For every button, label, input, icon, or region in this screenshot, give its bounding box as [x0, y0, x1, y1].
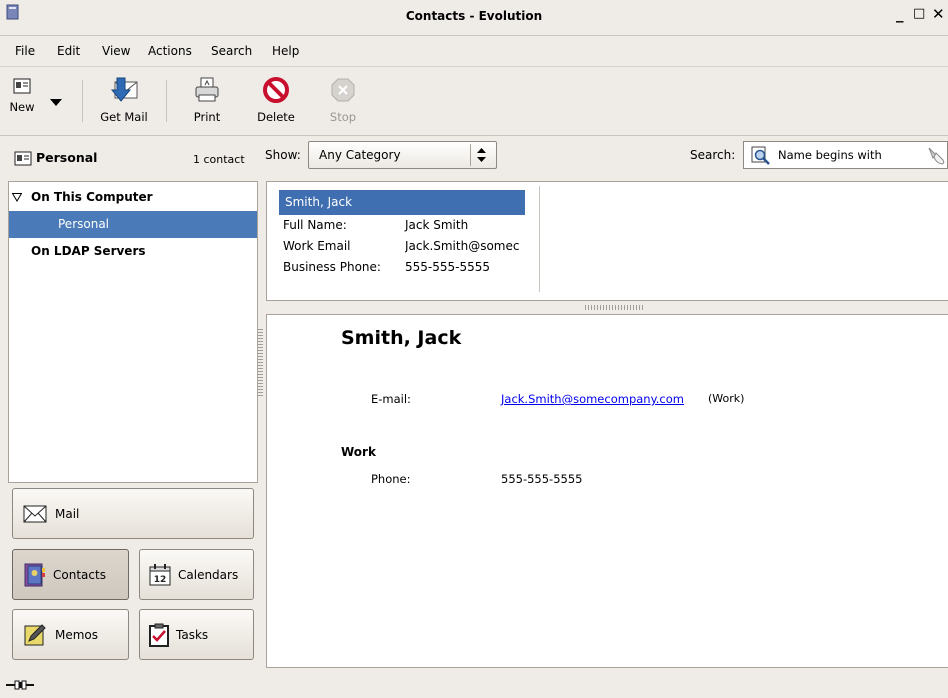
contact-card-icon: [13, 78, 31, 94]
new-label: New: [9, 100, 35, 114]
card-field-value: 555-555-5555: [405, 260, 491, 274]
new-button[interactable]: New: [4, 78, 40, 114]
menu-help[interactable]: Help: [272, 44, 299, 58]
tasks-icon: [149, 623, 169, 647]
minimize-button[interactable]: _: [896, 6, 904, 22]
card-column-divider: [539, 186, 540, 292]
contact-card-icon: [14, 151, 32, 166]
print-button[interactable]: Print: [185, 76, 229, 124]
card-field-label: Full Name:: [283, 218, 347, 232]
menu-file[interactable]: File: [15, 44, 35, 58]
get-mail-label: Get Mail: [100, 110, 148, 124]
mail-icon: [23, 505, 47, 522]
contact-name-heading: Smith, Jack: [341, 327, 462, 349]
switcher-contacts-label: Contacts: [53, 567, 106, 582]
delete-button[interactable]: Delete: [254, 76, 298, 124]
email-label: E-mail:: [371, 392, 411, 406]
tree-group-label: On This Computer: [31, 190, 153, 204]
switcher-memos-button[interactable]: Memos: [12, 609, 129, 660]
stop-label: Stop: [329, 110, 357, 124]
expander-icon: [12, 193, 22, 202]
source-title: Personal: [36, 150, 98, 165]
menu-view[interactable]: View: [102, 44, 130, 58]
contact-cards-pane: Smith, Jack Full Name: Jack Smith Work E…: [266, 181, 948, 301]
switcher-mail-label: Mail: [55, 506, 80, 521]
switcher-mail-button[interactable]: Mail: [12, 488, 254, 539]
toolbar-separator: [82, 80, 83, 122]
clear-search-icon[interactable]: [927, 145, 947, 165]
close-button[interactable]: ✕: [932, 6, 945, 22]
address-book-tree: On This Computer Personal On LDAP Server…: [8, 181, 258, 483]
menu-actions[interactable]: Actions: [148, 44, 192, 58]
search-options-icon[interactable]: [751, 146, 771, 165]
card-field-label: Work Email: [283, 239, 351, 253]
delete-label: Delete: [257, 110, 295, 124]
maximize-button[interactable]: □: [913, 6, 925, 22]
tree-item-personal[interactable]: Personal: [9, 211, 257, 238]
search-label: Search:: [690, 148, 736, 162]
get-mail-button[interactable]: Get Mail: [94, 76, 154, 124]
select-arrows-icon: [477, 148, 486, 162]
work-section-heading: Work: [341, 445, 376, 459]
contact-count: 1 contact: [193, 153, 245, 166]
delete-icon: [263, 77, 289, 103]
switcher-calendars-label: Calendars: [178, 567, 239, 582]
window-title: Contacts - Evolution: [405, 9, 543, 23]
switcher-tasks-button[interactable]: Tasks: [139, 609, 254, 660]
switcher-memos-label: Memos: [55, 627, 99, 642]
card-field-value: Jack.Smith@somec: [405, 239, 520, 253]
contact-card-header[interactable]: Smith, Jack: [279, 190, 525, 215]
new-dropdown-arrow[interactable]: [50, 96, 62, 110]
phone-value: 555-555-5555: [501, 472, 583, 486]
search-placeholder: Name begins with: [778, 148, 882, 162]
menu-search[interactable]: Search: [211, 44, 252, 58]
memo-icon: [24, 623, 46, 645]
tree-group-label: On LDAP Servers: [31, 244, 146, 258]
category-select[interactable]: Any Category: [308, 141, 497, 169]
stop-icon: [331, 78, 355, 102]
tree-group-on-this-computer[interactable]: On This Computer: [9, 184, 257, 211]
menu-bar: [0, 36, 948, 66]
search-input[interactable]: Name begins with: [743, 141, 948, 169]
get-mail-icon: [110, 77, 138, 102]
card-field-value: Jack Smith: [405, 218, 469, 232]
printer-icon: [195, 77, 219, 102]
connection-status-icon[interactable]: [6, 679, 34, 694]
tree-item-label: Personal: [58, 217, 110, 231]
tree-group-on-ldap-servers[interactable]: On LDAP Servers: [9, 238, 257, 265]
select-divider: [470, 144, 471, 166]
stop-button[interactable]: Stop: [323, 76, 363, 124]
category-select-value: Any Category: [319, 148, 401, 162]
toolbar-separator: [166, 80, 167, 122]
switcher-tasks-label: Tasks: [176, 627, 209, 642]
contacts-book-icon: [24, 563, 45, 586]
show-label: Show:: [265, 148, 301, 162]
phone-label: Phone:: [371, 472, 411, 486]
print-label: Print: [193, 110, 221, 124]
pane-splitter-handle[interactable]: [258, 329, 263, 397]
calendar-icon: 12: [149, 563, 171, 585]
switcher-calendars-button[interactable]: 12 Calendars: [139, 549, 254, 600]
pane-splitter-handle[interactable]: [585, 305, 643, 310]
menu-edit[interactable]: Edit: [57, 44, 80, 58]
email-link[interactable]: Jack.Smith@somecompany.com: [501, 392, 684, 406]
source-header: Personal 1 contact: [8, 141, 258, 177]
svg-text:12: 12: [154, 575, 167, 585]
card-field-label: Business Phone:: [283, 260, 381, 274]
contact-card-title: Smith, Jack: [285, 195, 353, 209]
contact-detail-pane: Smith, Jack E-mail: Jack.Smith@somecompa…: [266, 314, 948, 668]
switcher-contacts-button[interactable]: Contacts: [12, 549, 129, 600]
email-type: (Work): [708, 392, 745, 405]
